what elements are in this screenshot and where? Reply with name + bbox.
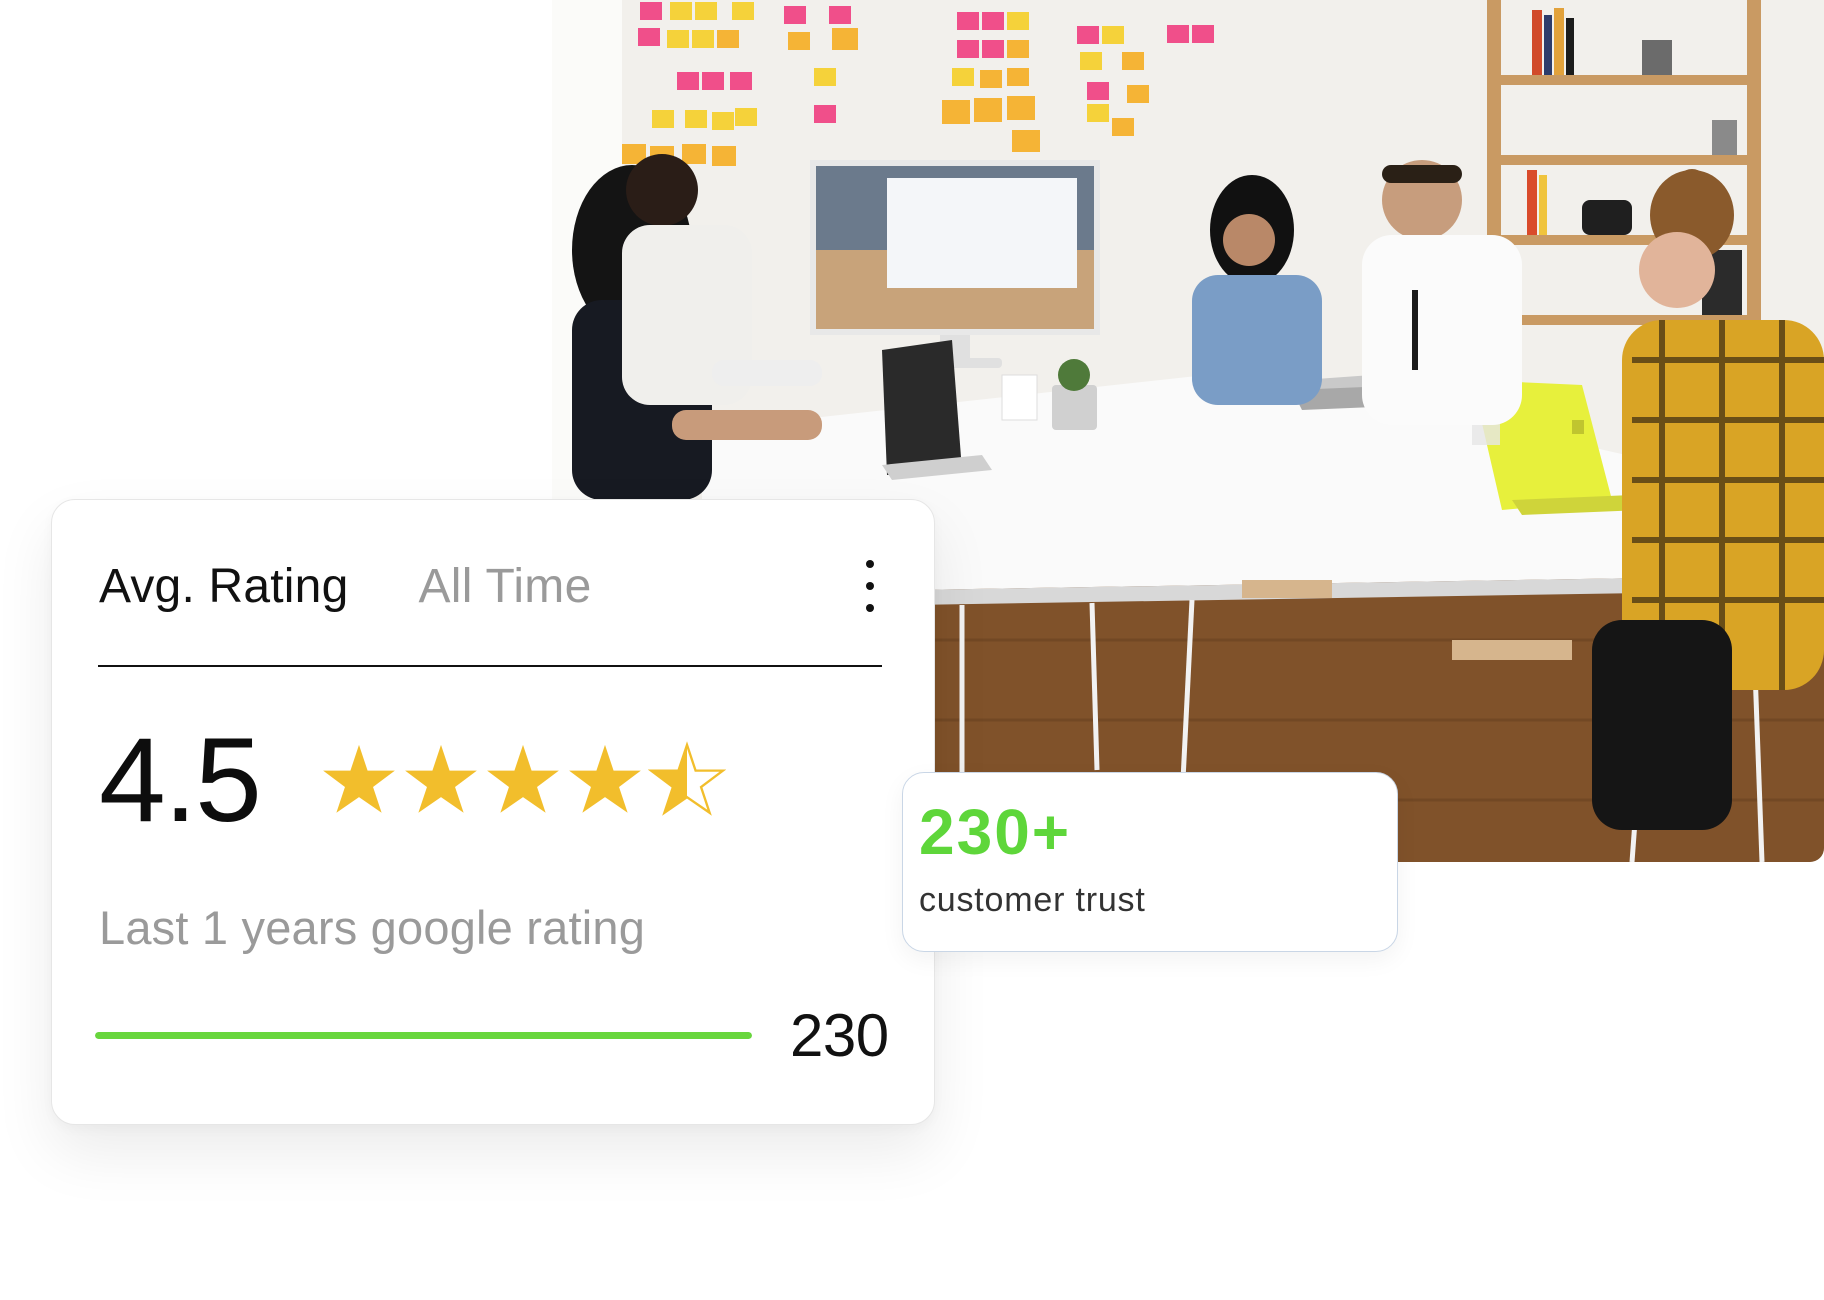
- trust-label: customer trust: [919, 881, 1146, 919]
- rating-card: Avg. Rating All Time 4.5 Last 1 years go…: [51, 499, 935, 1125]
- star-icon: [486, 744, 559, 813]
- customer-trust-card: 230+ customer trust: [902, 772, 1398, 952]
- star-icon: [404, 744, 477, 813]
- rating-value: 4.5: [99, 713, 262, 847]
- rating-card-title: Avg. Rating: [99, 559, 349, 613]
- progress-track: [95, 1031, 752, 1039]
- period-filter[interactable]: All Time: [418, 559, 591, 614]
- rating-caption: Last 1 years google rating: [99, 901, 646, 954]
- kebab-dot: [866, 560, 874, 568]
- rating-row: 4.5: [99, 720, 726, 840]
- trust-value: 230+: [919, 796, 1072, 868]
- star-icon: [568, 744, 641, 813]
- kebab-dot: [866, 582, 874, 590]
- progress-row: 230: [95, 1002, 902, 1069]
- review-count: 230: [790, 1001, 889, 1069]
- card-divider: [98, 665, 882, 667]
- star-rating: [320, 741, 726, 819]
- star-icon: [322, 744, 395, 813]
- rating-card-header: Avg. Rating All Time: [99, 556, 880, 616]
- progress-fill: [95, 1031, 752, 1039]
- half-star-icon: [647, 741, 726, 816]
- kebab-menu-icon[interactable]: [860, 560, 880, 612]
- kebab-dot: [866, 604, 874, 612]
